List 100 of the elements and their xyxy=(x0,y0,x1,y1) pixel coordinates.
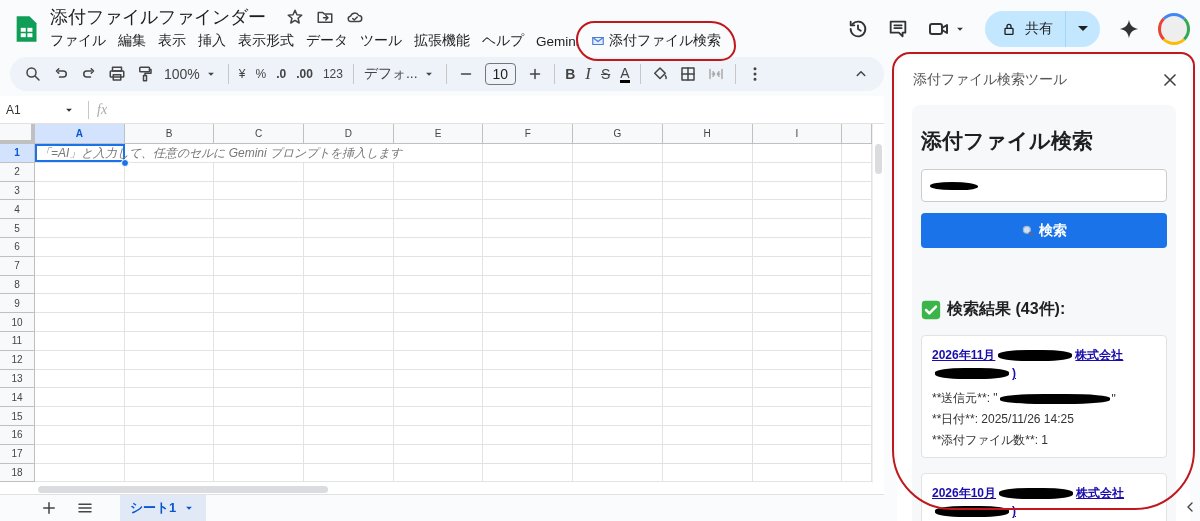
grid-cell[interactable] xyxy=(393,425,484,445)
grid-cell[interactable] xyxy=(214,219,305,238)
grid-cell[interactable] xyxy=(662,144,753,163)
text-color-button[interactable]: A xyxy=(620,65,630,83)
grid-cell[interactable] xyxy=(573,331,663,351)
grid-cell[interactable] xyxy=(393,181,484,201)
currency-button[interactable]: ¥ xyxy=(238,67,246,81)
number-format-button[interactable]: 123 xyxy=(322,67,343,81)
grid-cell[interactable] xyxy=(483,162,574,182)
grid-cell[interactable] xyxy=(35,331,125,351)
grid-cell[interactable] xyxy=(662,238,753,257)
grid-cell[interactable] xyxy=(662,162,753,182)
grid-cell[interactable] xyxy=(662,444,753,464)
column-header[interactable]: H xyxy=(662,124,753,144)
zoom-dropdown[interactable]: 100% xyxy=(164,66,218,82)
row-header[interactable]: 10 xyxy=(0,313,35,332)
menu-item[interactable]: 添付ファイル検索 xyxy=(584,30,727,52)
grid-cell[interactable] xyxy=(573,200,663,220)
grid-cell[interactable] xyxy=(752,388,843,408)
grid-cell[interactable] xyxy=(662,407,753,426)
grid-cell[interactable] xyxy=(393,275,484,295)
grid-cell[interactable] xyxy=(662,388,753,408)
avatar[interactable] xyxy=(1158,12,1190,45)
column-header[interactable]: G xyxy=(573,124,663,144)
bold-button[interactable]: B xyxy=(565,66,576,82)
grid-cell[interactable] xyxy=(35,256,125,276)
row-header[interactable]: 9 xyxy=(0,294,35,314)
row-header[interactable]: 5 xyxy=(0,219,35,238)
column-header[interactable]: C xyxy=(214,124,305,144)
grid-cell[interactable] xyxy=(304,313,394,332)
grid-cell[interactable] xyxy=(393,294,484,314)
grid-cell[interactable] xyxy=(124,407,215,426)
grid-cell[interactable] xyxy=(483,294,574,314)
grid-cell[interactable] xyxy=(573,219,663,238)
grid-cell[interactable] xyxy=(752,275,843,295)
grid-cell[interactable] xyxy=(304,200,394,220)
grid-cell[interactable] xyxy=(662,256,753,276)
grid-cell[interactable] xyxy=(483,144,574,163)
grid-cell[interactable] xyxy=(124,331,215,351)
menu-item[interactable]: ツール xyxy=(354,30,408,52)
grid-cell[interactable] xyxy=(752,256,843,276)
grid-cell[interactable] xyxy=(304,444,394,464)
search-field[interactable] xyxy=(921,169,1167,202)
grid-cell[interactable] xyxy=(393,444,484,464)
menu-item[interactable]: ヘルプ xyxy=(476,30,530,52)
grid-cell[interactable] xyxy=(483,275,574,295)
grid-cell[interactable] xyxy=(393,331,484,351)
menu-item[interactable]: 表示形式 xyxy=(232,30,300,52)
grid-cell[interactable] xyxy=(304,425,394,445)
column-header[interactable]: I xyxy=(752,124,843,144)
row-header[interactable]: 4 xyxy=(0,200,35,220)
grid-cell[interactable] xyxy=(662,294,753,314)
grid-cell[interactable] xyxy=(35,388,125,408)
grid-cell[interactable] xyxy=(35,219,125,238)
grid-cell[interactable] xyxy=(304,294,394,314)
grid-cell[interactable] xyxy=(573,313,663,332)
grid-cell[interactable] xyxy=(393,369,484,389)
column-header[interactable]: F xyxy=(483,124,574,144)
grid-cell[interactable] xyxy=(752,219,843,238)
grid-cell[interactable] xyxy=(304,162,394,182)
grid-cell[interactable] xyxy=(124,238,215,257)
grid-cell[interactable] xyxy=(573,444,663,464)
grid-cell[interactable] xyxy=(752,313,843,332)
grid-cell[interactable] xyxy=(304,238,394,257)
grid-cell[interactable] xyxy=(214,162,305,182)
grid-cell[interactable] xyxy=(752,200,843,220)
grid-cell[interactable] xyxy=(752,369,843,389)
grid-cell[interactable] xyxy=(483,388,574,408)
grid-cell[interactable] xyxy=(214,331,305,351)
sheet-tab[interactable]: シート1 xyxy=(120,495,207,521)
grid-cell[interactable] xyxy=(752,425,843,445)
grid-cell[interactable] xyxy=(393,388,484,408)
grid-cell[interactable] xyxy=(214,256,305,276)
menu-item[interactable]: データ xyxy=(300,30,354,52)
grid-cell[interactable] xyxy=(573,275,663,295)
grid-cell[interactable] xyxy=(124,425,215,445)
grid-cell[interactable] xyxy=(214,238,305,257)
grid-cell[interactable] xyxy=(393,256,484,276)
grid-cell[interactable] xyxy=(662,219,753,238)
grid-cell[interactable] xyxy=(304,407,394,426)
menu-item[interactable]: 表示 xyxy=(152,30,192,52)
result-link[interactable]: 2026年11月 株式会社 ) xyxy=(932,346,1156,382)
grid-cell[interactable] xyxy=(573,388,663,408)
row-header[interactable]: 14 xyxy=(0,388,35,408)
paint-roller-icon[interactable] xyxy=(136,65,154,83)
grid-cell[interactable] xyxy=(483,238,574,257)
grid-cell[interactable] xyxy=(752,407,843,426)
grid-cell[interactable] xyxy=(483,369,574,389)
grid-cell[interactable] xyxy=(124,463,215,483)
grid-cell[interactable] xyxy=(35,463,125,483)
grid-cell[interactable] xyxy=(35,275,125,295)
grid-cell[interactable] xyxy=(124,162,215,182)
grid-cell[interactable] xyxy=(752,162,843,182)
grid-cell[interactable] xyxy=(304,331,394,351)
grid-cell[interactable] xyxy=(304,388,394,408)
grid-cell[interactable] xyxy=(573,425,663,445)
grid-cell[interactable] xyxy=(483,331,574,351)
search-button[interactable]: 検索 xyxy=(921,213,1167,248)
grid-cell[interactable] xyxy=(483,463,574,483)
grid-cell[interactable] xyxy=(483,350,574,370)
